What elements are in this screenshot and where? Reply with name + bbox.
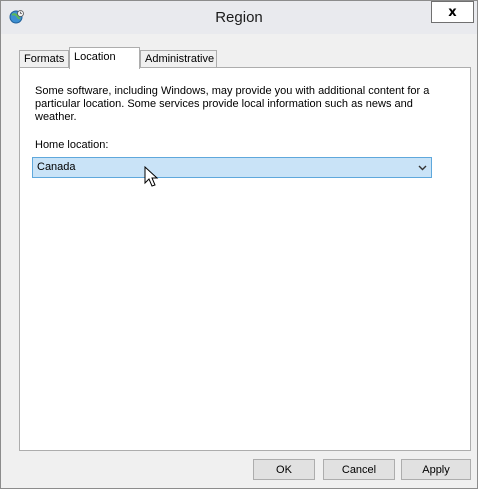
region-dialog: Region x Formats Location Administrative… [0, 0, 478, 489]
cancel-button[interactable]: Cancel [323, 459, 395, 480]
mouse-pointer-icon [144, 166, 159, 187]
tab-administrative[interactable]: Administrative [140, 50, 217, 67]
chevron-down-icon [418, 165, 427, 171]
location-tab-panel: Some software, including Windows, may pr… [19, 67, 471, 451]
close-icon: x [448, 4, 457, 20]
home-location-label: Home location: [35, 139, 109, 151]
title-bar[interactable]: Region x [1, 1, 477, 34]
close-button[interactable]: x [431, 1, 474, 23]
tab-location[interactable]: Location [69, 47, 140, 69]
home-location-dropdown[interactable]: Canada [32, 157, 432, 178]
window-title: Region [215, 9, 263, 26]
ok-button[interactable]: OK [253, 459, 315, 480]
location-description: Some software, including Windows, may pr… [35, 85, 430, 123]
home-location-value: Canada [37, 161, 76, 173]
apply-button[interactable]: Apply [401, 459, 471, 480]
tab-formats[interactable]: Formats [19, 50, 69, 67]
